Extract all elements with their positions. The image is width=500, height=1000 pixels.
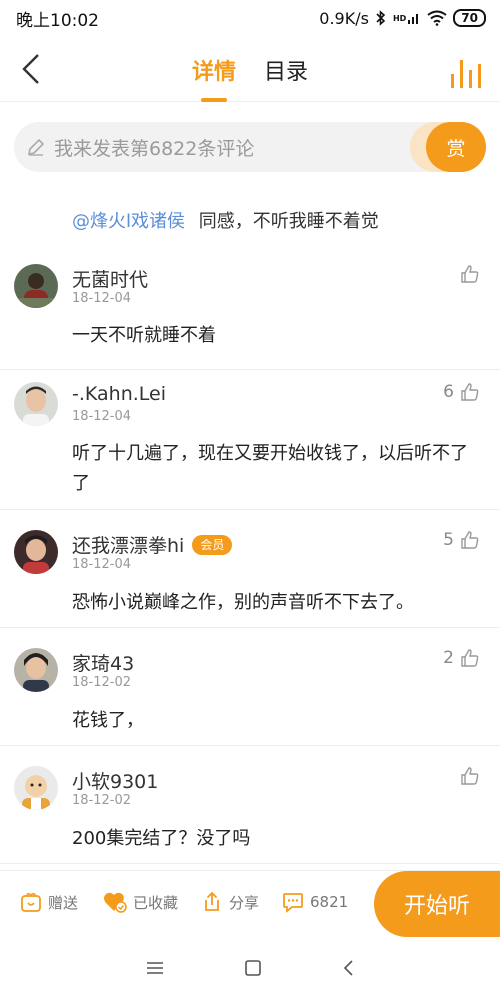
tab-catalog[interactable]: 目录 — [264, 36, 308, 102]
like-count: 2 — [443, 648, 454, 668]
like-button[interactable]: 6 — [443, 382, 480, 402]
tab-bar: 详情 目录 — [0, 36, 500, 102]
like-button[interactable] — [454, 264, 480, 284]
like-count: 6 — [443, 382, 454, 402]
username-text: 家琦43 — [72, 653, 135, 675]
heart-check-icon — [104, 892, 127, 913]
nav-bar: 详情 目录 — [0, 36, 500, 102]
bluetooth-icon — [375, 10, 387, 26]
gift-icon — [21, 892, 41, 912]
comment-item: -.Kahn.Lei 18-12-04 6 听了十几遍了，现在又要开始收钱了，以… — [0, 370, 500, 510]
home-icon[interactable] — [244, 959, 262, 981]
comment-text: 听了十几遍了，现在又要开始收钱了，以后听不了了 — [72, 443, 468, 494]
like-button[interactable]: 5 — [443, 530, 480, 550]
thumbs-up-icon — [461, 265, 479, 283]
username-text: -.Kahn.Lei — [72, 383, 167, 405]
like-count: 5 — [443, 530, 454, 550]
playing-bars-button[interactable] — [448, 50, 484, 90]
battery-indicator: 70 — [453, 9, 486, 27]
hd-label: HD — [392, 13, 407, 23]
comment-date: 18-12-02 — [72, 793, 132, 808]
comment-username[interactable]: 小软9301 — [72, 767, 158, 794]
comment-bubble-icon — [283, 893, 303, 913]
reply-text: 同感，不听我睡不着觉 — [198, 211, 379, 232]
back-nav-icon[interactable] — [342, 959, 354, 981]
avatar[interactable] — [14, 264, 58, 308]
comment-username[interactable]: 无菌时代 — [72, 265, 148, 292]
thumbs-up-icon — [461, 649, 479, 667]
pencil-icon — [27, 138, 45, 156]
menu-icon[interactable] — [146, 960, 164, 980]
comment-username[interactable]: 还我漂漂拳hi 会员 — [72, 531, 233, 558]
wifi-icon — [427, 10, 447, 26]
thumbs-up-icon — [461, 531, 479, 549]
status-bar: 晚上10:02 0.9K/s HD 70 — [0, 0, 500, 36]
comment-text: 恐怖小说巅峰之作，别的声音听不下去了。 — [72, 592, 414, 613]
share-icon — [205, 891, 219, 911]
comment-item: 小软9301 18-12-02 200集完结了？没了吗 — [0, 746, 500, 864]
username-text: 无菌时代 — [72, 269, 149, 291]
comment-username[interactable]: -.Kahn.Lei — [72, 383, 166, 405]
comment-text: 200集完结了？没了吗 — [72, 828, 251, 849]
start-listening-button[interactable]: 开始听 — [374, 871, 500, 937]
audio-bars-icon — [451, 60, 481, 88]
collect-label: 已收藏 — [133, 893, 179, 912]
thumbs-up-icon — [461, 383, 479, 401]
like-button[interactable] — [454, 766, 480, 786]
comment-date: 18-12-02 — [72, 675, 132, 690]
comment-item: 无菌时代 18-12-04 一天不听就睡不着 — [0, 252, 500, 370]
vip-badge: 会员 — [192, 534, 233, 555]
net-speed: 0.9K/s — [319, 8, 369, 28]
avatar[interactable] — [14, 766, 58, 810]
tab-details[interactable]: 详情 — [192, 36, 236, 102]
share-label: 分享 — [229, 893, 260, 912]
reply-line: @烽火l戏诸侯 同感，不听我睡不着觉 — [72, 207, 379, 233]
gift-button[interactable]: 赠送 — [20, 891, 78, 913]
username-text: 小软9301 — [72, 771, 159, 793]
comment-input[interactable]: 我来发表第6822条评论 赏 — [14, 122, 486, 172]
comments-count: 6821 — [310, 893, 349, 911]
comment-item: 还我漂漂拳hi 会员 18-12-04 5 恐怖小说巅峰之作，别的声音听不下去了… — [0, 510, 500, 628]
collect-button[interactable]: 已收藏 — [103, 891, 178, 913]
comment-date: 18-12-04 — [72, 291, 132, 306]
comments-button[interactable]: 6821 — [282, 891, 348, 913]
status-time: 晚上10:02 — [16, 10, 99, 31]
reward-halo: 赏 — [410, 122, 486, 172]
comment-text: 花钱了， — [72, 710, 144, 731]
gift-label: 赠送 — [48, 893, 79, 912]
avatar[interactable] — [14, 382, 58, 426]
reward-button[interactable]: 赏 — [426, 122, 486, 172]
thumbs-up-icon — [461, 767, 479, 785]
status-icons: 0.9K/s HD 70 — [319, 9, 486, 28]
bottom-action-bar: 赠送 已收藏 分享 6821 开始听 — [0, 870, 500, 940]
avatar[interactable] — [14, 530, 58, 574]
comment-username[interactable]: 家琦43 — [72, 649, 134, 676]
system-nav-bar — [0, 940, 500, 1000]
comment-item: 家琦43 18-12-02 2 花钱了， — [0, 628, 500, 746]
share-button[interactable]: 分享 — [201, 891, 259, 913]
comment-placeholder: 我来发表第6822条评论 — [54, 137, 255, 160]
comment-date: 18-12-04 — [72, 557, 132, 572]
username-text: 还我漂漂拳hi — [72, 535, 185, 557]
avatar[interactable] — [14, 648, 58, 692]
comment-text: 一天不听就睡不着 — [72, 325, 216, 346]
mention-link[interactable]: @烽火l戏诸侯 — [72, 211, 185, 232]
like-button[interactable]: 2 — [443, 648, 480, 668]
hd-signal-icon: HD — [393, 11, 421, 25]
comment-date: 18-12-04 — [72, 409, 132, 424]
